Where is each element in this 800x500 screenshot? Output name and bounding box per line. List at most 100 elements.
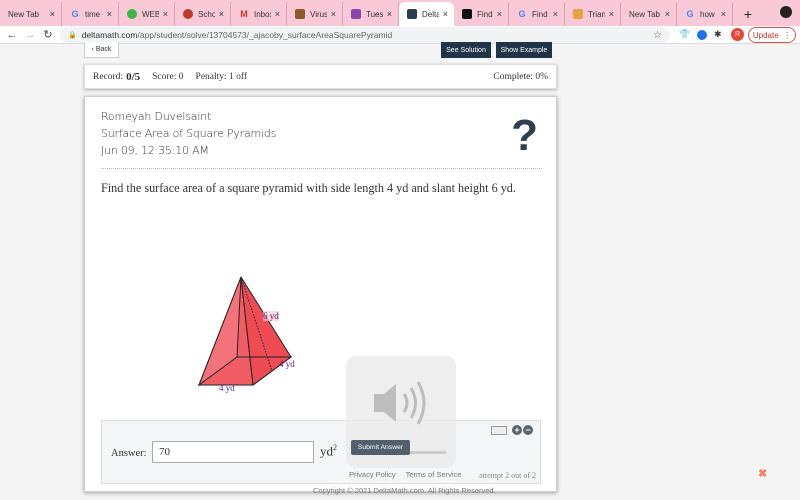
problem-topic: Surface Area of Square Pyramids [101, 127, 277, 140]
tab-label: WEBT [142, 9, 159, 19]
close-icon[interactable]: × [609, 9, 614, 19]
back-button[interactable]: ‹ Back [84, 42, 119, 58]
tab-label: Find th [532, 9, 549, 19]
update-label: Update [752, 30, 779, 40]
bookmark-star-icon[interactable]: ☆ [653, 30, 662, 41]
problem-timestamp: Jun 09, 12:35:10 AM [101, 144, 209, 157]
answer-area: Answer: yd2 + − attempt 2 out of 2 [101, 420, 541, 484]
close-icon[interactable]: × [443, 9, 448, 19]
tab[interactable]: G Find th × [509, 2, 565, 26]
tab-label: Tuesd [366, 9, 383, 19]
tab-label: Delta [422, 9, 439, 19]
penalty: Penalty: 1 off [195, 71, 248, 82]
deltamath-icon [407, 9, 417, 19]
forward-arrow-icon[interactable]: → [21, 29, 39, 41]
puzzle-extensions-icon[interactable]: ✱ [714, 29, 722, 40]
new-tab-button[interactable]: + [737, 2, 759, 26]
close-icon[interactable]: × [107, 9, 112, 19]
see-solution-button[interactable]: See Solution [441, 42, 491, 58]
close-icon[interactable]: × [275, 9, 280, 19]
help-icon[interactable]: ? [511, 111, 538, 161]
address-toolbar: ← → ↻ 🔒 deltamath.com/app/student/solve/… [0, 26, 800, 44]
tab[interactable]: New Tab × [0, 2, 62, 26]
problem-card: Romeyah Duvelsaint Surface Area of Squar… [84, 96, 557, 492]
pyramid-diagram [197, 276, 293, 387]
close-icon[interactable]: × [553, 9, 558, 19]
tab-label: Schoo [198, 9, 215, 19]
deltamath-page: ‹ Back See Solution Show Example Record:… [0, 42, 800, 500]
update-button[interactable]: Update ⋮ [748, 27, 796, 43]
tab-label: Find th [477, 9, 493, 19]
close-icon[interactable]: × [331, 9, 336, 19]
url-domain: deltamath.com [81, 30, 138, 40]
zoom-out-icon[interactable]: − [523, 425, 533, 435]
complete-percent: Complete: 0% [493, 71, 548, 82]
close-icon[interactable]: × [219, 9, 224, 19]
terms-of-service-link[interactable]: Terms of Service [406, 470, 462, 479]
tab-label: Inbox [254, 9, 271, 19]
tab-label: New Tab [8, 9, 39, 19]
green-blob-icon [127, 9, 137, 19]
close-icon[interactable]: × [721, 9, 726, 19]
google-icon: G [71, 9, 79, 19]
tab[interactable]: Schoo × [175, 2, 231, 26]
tab[interactable]: Triang × [565, 2, 621, 26]
tab-label: Viruse [310, 9, 327, 19]
privacy-policy-link[interactable]: Privacy Policy [349, 470, 396, 479]
close-icon[interactable]: ✖ [758, 467, 767, 480]
url-bar[interactable]: 🔒 deltamath.com/app/student/solve/137045… [60, 27, 670, 43]
image-icon [295, 9, 305, 19]
attempt-counter: attempt 2 out of 2 [479, 471, 536, 480]
answer-unit: yd2 [320, 443, 337, 459]
close-icon[interactable]: × [497, 9, 502, 19]
browser-tab-strip: New Tab × Gtime - × WEBT × Schoo × M Inbox × V… [0, 0, 800, 26]
close-icon[interactable]: × [50, 9, 55, 19]
tab-label: time - [85, 9, 103, 19]
tab[interactable]: M Inbox × [231, 2, 287, 26]
tab[interactable]: Ghow to × [677, 2, 733, 26]
tab-label: how to [700, 9, 717, 19]
keyboard-icon[interactable] [491, 426, 507, 435]
answer-label: Answer: [111, 448, 147, 459]
tab[interactable]: New Tab × [621, 2, 677, 26]
back-arrow-icon[interactable]: ← [3, 29, 21, 41]
answer-input[interactable] [152, 441, 314, 463]
zoom-in-icon[interactable]: + [512, 425, 522, 435]
extension-blue-icon[interactable] [697, 30, 707, 40]
question-text: Find the surface area of a square pyrami… [101, 181, 516, 195]
copyright-text: Copyright © 2021 DeltaMath.com. All Righ… [313, 486, 496, 495]
footer-links: Privacy Policy Terms of Service [349, 470, 470, 479]
calendar-icon [351, 9, 361, 19]
tab[interactable]: Gtime - × [62, 2, 119, 26]
tab-label: New Tab [629, 9, 660, 19]
record-label: Record: [93, 71, 124, 82]
tab-active[interactable]: Delta × [399, 2, 454, 26]
tab-search-icon[interactable] [780, 6, 792, 18]
lock-icon: 🔒 [68, 32, 77, 39]
close-icon[interactable]: × [163, 9, 168, 19]
google-icon: G [518, 9, 526, 19]
divider [101, 168, 542, 169]
submit-answer-button[interactable]: Submit Answer [351, 440, 410, 455]
tab[interactable]: Viruse × [287, 2, 343, 26]
google-icon: G [686, 9, 694, 19]
tab[interactable]: Find th × [454, 2, 509, 26]
gmail-icon: M [240, 9, 248, 19]
pyramid-figure: 6 yd 4 yd 4 yd [193, 275, 303, 405]
book-icon [462, 9, 472, 19]
show-example-button[interactable]: Show Example [496, 42, 552, 58]
student-name: Romeyah Duvelsaint [101, 110, 212, 123]
reload-icon[interactable]: ↻ [39, 28, 57, 41]
close-icon[interactable]: × [387, 9, 392, 19]
url-path: /app/student/solve/13704573/_ajacoby_sur… [137, 30, 393, 40]
record-value: 0/5 [126, 70, 141, 83]
shirt-extension-icon[interactable]: 👕 [679, 29, 690, 40]
side-length-label-right: 4 yd [279, 359, 295, 369]
unit-exponent: 2 [333, 443, 337, 452]
slant-height-label: 6 yd [263, 311, 279, 321]
tab[interactable]: WEBT × [119, 2, 175, 26]
tab[interactable]: Tuesd × [343, 2, 399, 26]
close-icon[interactable]: × [665, 9, 670, 19]
score: Score: 0 [152, 71, 184, 82]
profile-avatar[interactable]: R [731, 28, 744, 41]
